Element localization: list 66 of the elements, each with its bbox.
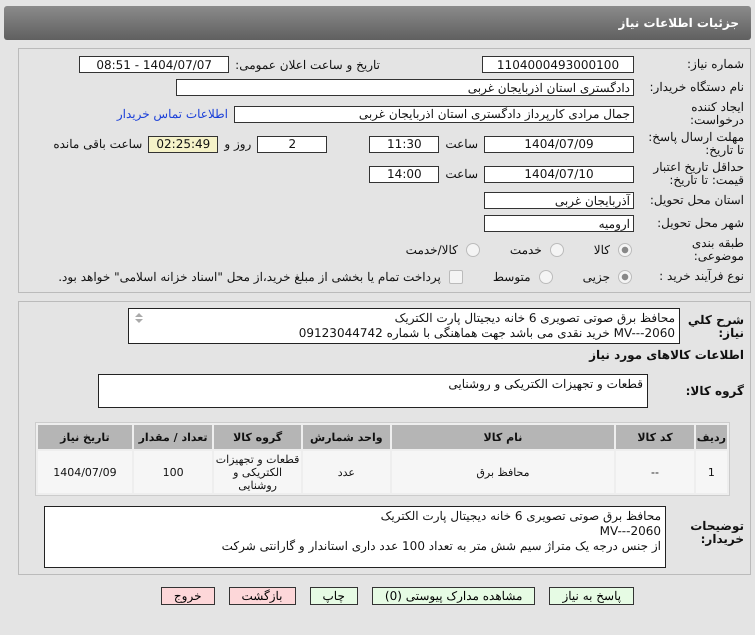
table-cell: 1 bbox=[696, 451, 727, 493]
field-label: نام دستگاه خریدار: bbox=[648, 81, 744, 94]
column-header: تاریخ نیاز bbox=[38, 425, 132, 449]
column-header: گروه کالا bbox=[214, 425, 301, 449]
field-label: شرح کلي نياز: bbox=[686, 312, 744, 340]
table-cell: قطعات و تجهیزات الکتریکی و روشنایی bbox=[214, 451, 301, 493]
field-label: گروه کالا: bbox=[684, 384, 744, 398]
action-button[interactable]: مشاهده مدارک پیوستی (0) bbox=[372, 587, 536, 605]
action-button[interactable]: خروج bbox=[160, 587, 214, 605]
need-number-field[interactable]: 1104000493000100 bbox=[482, 56, 634, 73]
field-label: حداقل تاریخ اعتبار قیمت: تا تاریخ: bbox=[652, 161, 744, 187]
field-label: شهر محل تحویل: bbox=[656, 217, 744, 230]
action-button[interactable]: بازگشت bbox=[228, 587, 296, 605]
table-cell: عدد bbox=[302, 451, 390, 493]
field-label: نوع فرآیند خرید : bbox=[658, 270, 744, 283]
buyer-org-field[interactable]: دادگستری استان اذربایجان غربی bbox=[176, 79, 634, 96]
field-label: استان محل تحویل: bbox=[648, 194, 744, 207]
page-title: جزئیات اطلاعات نیاز bbox=[618, 16, 739, 30]
radio-button[interactable] bbox=[618, 243, 632, 257]
table-cell: محافظ برق bbox=[392, 451, 614, 493]
radio-button[interactable] bbox=[618, 270, 632, 284]
field-label: تاریخ و ساعت اعلان عمومی: bbox=[235, 58, 380, 72]
table-cell: 1404/07/09 bbox=[38, 451, 132, 493]
column-header: کد کالا bbox=[616, 425, 694, 449]
radio-label: خدمت bbox=[510, 243, 542, 257]
deadline-time-field[interactable]: 11:30 bbox=[369, 136, 440, 152]
scroll-arrows-icon[interactable] bbox=[133, 311, 145, 325]
column-header: نام کالا bbox=[392, 425, 614, 449]
section-title: اطلاعات کالاهای مورد نیاز bbox=[588, 348, 744, 362]
action-button[interactable]: چاپ bbox=[310, 587, 358, 605]
column-header: ردیف bbox=[696, 425, 727, 449]
deadline-date-field[interactable]: 1404/07/09 bbox=[484, 136, 634, 152]
radio-label: جزیی bbox=[582, 270, 610, 284]
field-label: طبقه بندی موضوعی: bbox=[690, 237, 744, 263]
field-label: شماره نیاز: bbox=[686, 58, 744, 71]
column-header: تعداد / مقدار bbox=[134, 425, 212, 449]
checkbox-label: پرداخت تمام یا بخشی از مبلغ خرید،از محل "اسناد خزانه اسلامی" خواهد بود. bbox=[58, 270, 441, 284]
summary-textarea[interactable]: محافظ برق صوتی تصویری 6 خانه دیجیتال پارت الکتریک MV---2060 خرید نقدی می باشد جهت هماهنگی با شماره 09123044742 bbox=[128, 308, 680, 344]
creator-field[interactable]: جمال مرادی کارپرداز دادگستری استان اذربایجان غربی bbox=[234, 106, 634, 122]
field-label: ساعت bbox=[445, 167, 478, 181]
checkbox[interactable] bbox=[448, 270, 463, 284]
field-label: توضیحات خریدار: bbox=[689, 518, 744, 546]
radio-label: کالا bbox=[594, 243, 610, 257]
announce-date-field[interactable]: 1404/07/07 - 08:51 bbox=[79, 56, 230, 73]
radio-button[interactable] bbox=[538, 270, 553, 284]
field-label: ساعت باقی مانده bbox=[53, 137, 142, 151]
validity-time-field[interactable]: 14:00 bbox=[369, 166, 440, 182]
column-header: واحد شمارش bbox=[302, 425, 390, 449]
radio-button[interactable] bbox=[466, 243, 480, 257]
contact-link[interactable]: اطلاعات تماس خریدار bbox=[116, 107, 228, 121]
countdown-field: 02:25:49 bbox=[148, 136, 218, 152]
goods-group-textarea[interactable]: قطعات و تجهیزات الکتریکی و روشنایی bbox=[98, 374, 648, 408]
table-cell: 100 bbox=[134, 451, 212, 493]
days-field[interactable]: 2 bbox=[257, 136, 328, 152]
validity-date-field[interactable]: 1404/07/10 bbox=[484, 166, 634, 182]
field-label: ساعت bbox=[445, 137, 478, 151]
table-cell: -- bbox=[616, 451, 694, 493]
radio-button[interactable] bbox=[550, 243, 564, 257]
radio-label: کالا/خدمت bbox=[406, 243, 458, 257]
field-label: روز و bbox=[224, 137, 252, 151]
field-label: مهلت ارسال پاسخ: تا تاریخ: bbox=[647, 131, 744, 157]
city-field[interactable]: ارومیه bbox=[484, 215, 634, 232]
field-label: ایجاد کننده درخواست: bbox=[689, 101, 744, 127]
province-field[interactable]: آذربایجان غربی bbox=[484, 192, 634, 209]
action-button[interactable]: پاسخ به نیاز bbox=[549, 587, 634, 605]
radio-label: متوسط bbox=[492, 270, 531, 284]
